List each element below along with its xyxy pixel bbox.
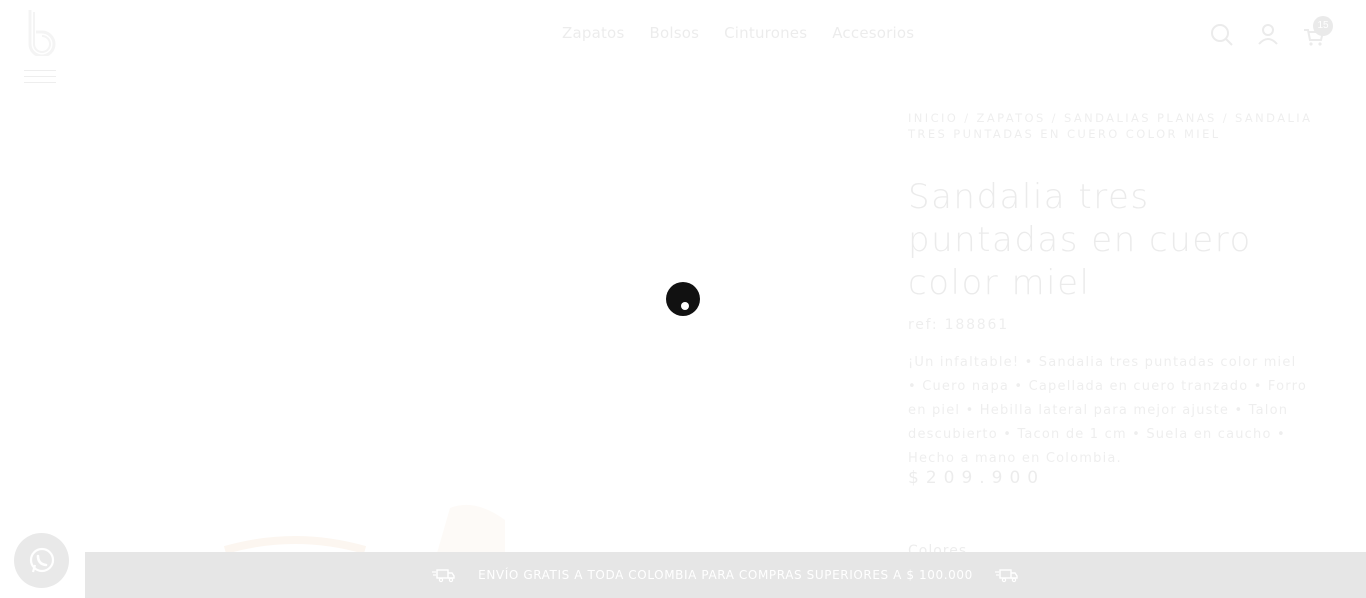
menu-hamburger-icon[interactable] bbox=[24, 68, 56, 86]
whatsapp-button[interactable] bbox=[14, 533, 69, 588]
free-shipping-bar: ENVÍO GRATIS A TODA COLOMBIA PARA COMPRA… bbox=[85, 552, 1366, 598]
breadcrumb-zapatos[interactable]: ZAPATOS bbox=[977, 111, 1046, 125]
cart-icon[interactable]: 15 bbox=[1302, 16, 1333, 50]
breadcrumb: INICIO / ZAPATOS / SANDALIAS PLANAS / SANDALIA… bbox=[908, 110, 1318, 142]
product-info: INICIO / ZAPATOS / SANDALIAS PLANAS / SANDALIA… bbox=[908, 110, 1328, 559]
brand-logo[interactable] bbox=[24, 8, 60, 58]
truck-icon bbox=[432, 569, 455, 583]
product-description: ¡Un infaltable! • Sandalia tres puntadas… bbox=[908, 355, 1308, 466]
search-icon[interactable] bbox=[1210, 18, 1234, 50]
truck-icon bbox=[994, 569, 1018, 583]
product-ref: ref: 188861 bbox=[908, 317, 1009, 333]
user-icon[interactable] bbox=[1256, 18, 1280, 50]
loading-spinner bbox=[666, 282, 700, 316]
header-actions: 15 bbox=[1210, 16, 1333, 50]
site-header: Zapatos Bolsos Cinturones Accesorios 15 bbox=[0, 0, 1366, 100]
nav-item-accesorios[interactable]: Accesorios bbox=[832, 24, 914, 42]
product-title: Sandalia tres puntadas en cuero color mi… bbox=[908, 177, 1252, 303]
nav-item-zapatos[interactable]: Zapatos bbox=[562, 24, 624, 42]
cart-count-badge: 15 bbox=[1313, 16, 1333, 36]
breadcrumb-inicio[interactable]: INICIO bbox=[908, 111, 958, 125]
breadcrumb-separator: / bbox=[1051, 111, 1058, 125]
free-shipping-text: ENVÍO GRATIS A TODA COLOMBIA PARA COMPRA… bbox=[478, 568, 973, 582]
breadcrumb-separator: / bbox=[964, 111, 971, 125]
nav-item-bolsos[interactable]: Bolsos bbox=[649, 24, 699, 42]
product-price: $209.900 bbox=[908, 468, 1046, 488]
nav-item-cinturones[interactable]: Cinturones bbox=[724, 24, 807, 42]
breadcrumb-separator: / bbox=[1222, 111, 1229, 125]
product-gallery[interactable] bbox=[85, 100, 880, 560]
main-nav: Zapatos Bolsos Cinturones Accesorios bbox=[562, 24, 914, 42]
whatsapp-icon bbox=[29, 547, 54, 572]
product-image bbox=[223, 504, 505, 560]
breadcrumb-sandalias-planas[interactable]: SANDALIAS PLANAS bbox=[1064, 111, 1217, 125]
